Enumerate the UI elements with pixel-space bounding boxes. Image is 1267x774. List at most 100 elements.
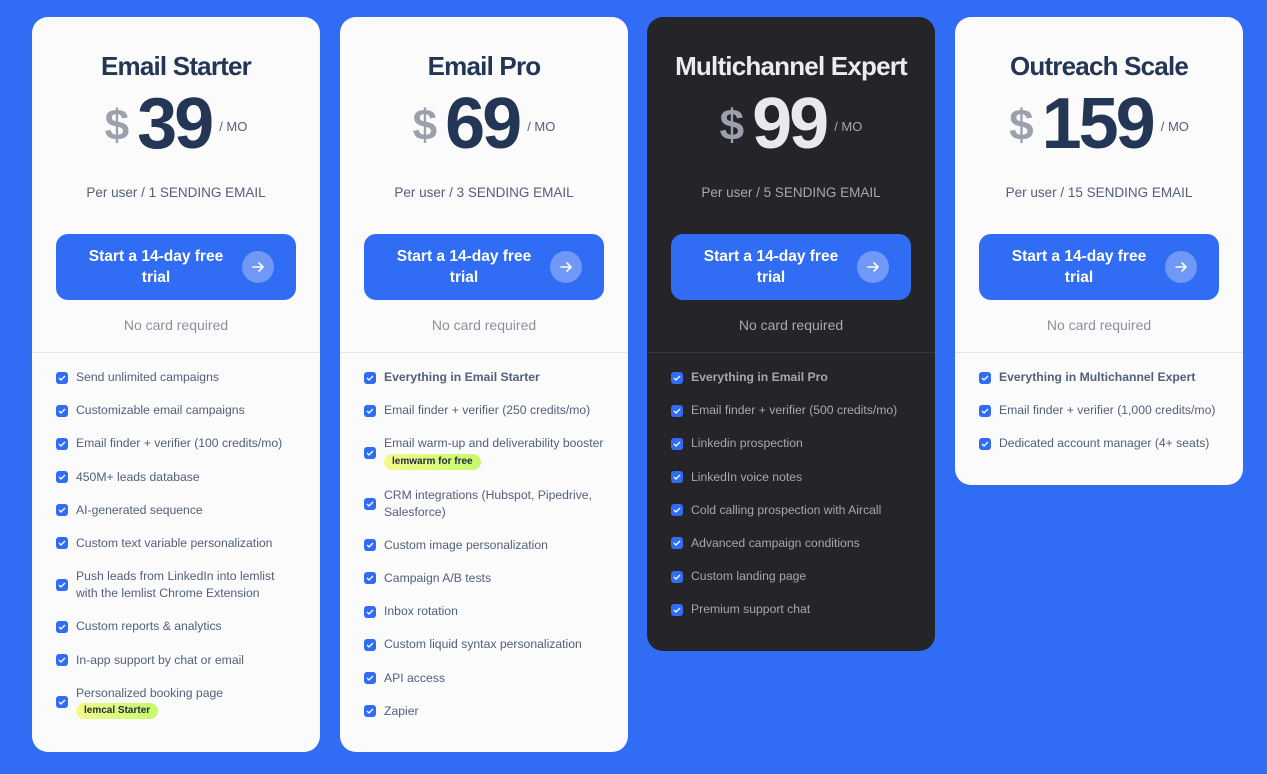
plan-header: Email Pro $ 69 / MO Per user / 3 SENDING… (340, 17, 628, 205)
checkbox-checked-icon (364, 605, 376, 618)
checkbox-checked-icon (364, 446, 376, 459)
checkbox-checked-icon (56, 404, 68, 417)
lemcal-badge: lemcal Starter (76, 702, 159, 719)
feature-item: Email finder + verifier (100 credits/mo) (56, 435, 296, 452)
plan-subline: Per user / 15 SENDING EMAIL (1005, 185, 1193, 200)
checkbox-checked-icon (56, 371, 68, 384)
checkbox-checked-icon (671, 537, 683, 550)
price-row: $ 99 / MO (647, 87, 935, 161)
currency-symbol: $ (719, 101, 745, 150)
plan-card-outreach-scale: Outreach Scale $ 159 / MO Per user / 15 … (955, 17, 1243, 485)
lemwarm-badge: lemwarm for free (384, 454, 481, 471)
price-period: / MO (1160, 119, 1189, 134)
feature-item: Custom text variable personalization (56, 535, 296, 552)
feature-item: Custom image personalization (364, 537, 604, 554)
feature-list: Everything in Email Pro Email finder + v… (647, 353, 935, 659)
plan-card-email-starter: Email Starter $ 39 / MO Per user / 1 SEN… (32, 17, 320, 752)
plan-card-email-pro: Email Pro $ 69 / MO Per user / 3 SENDING… (340, 17, 628, 752)
feature-item: Custom landing page (671, 568, 911, 585)
feature-text: Zapier (384, 703, 419, 718)
feature-item: Inbox rotation (364, 603, 604, 620)
feature-item: Everything in Email Pro (671, 369, 911, 386)
checkbox-checked-icon (56, 537, 68, 550)
checkbox-checked-icon (671, 404, 683, 417)
plan-subline: Per user / 5 SENDING EMAIL (701, 185, 881, 200)
feature-list: Everything in Multichannel Expert Email … (955, 353, 1243, 493)
feature-text: Email warm-up and deliverability booster (384, 436, 604, 451)
feature-text: Custom image personalization (384, 537, 548, 552)
feature-text: Dedicated account manager (4+ seats) (999, 436, 1210, 451)
start-trial-label: Start a 14-day free trial (396, 248, 532, 286)
arrow-right-icon (857, 251, 889, 283)
checkbox-checked-icon (56, 579, 68, 592)
start-trial-button[interactable]: Start a 14-day free trial (979, 234, 1219, 300)
plan-subline: Per user / 1 SENDING EMAIL (86, 185, 266, 200)
feature-item: Email finder + verifier (500 credits/mo) (671, 402, 911, 419)
feature-text: Inbox rotation (384, 604, 458, 619)
start-trial-label: Start a 14-day free trial (703, 248, 839, 286)
plan-name: Email Pro (427, 51, 542, 81)
checkbox-checked-icon (364, 497, 376, 510)
plan-card-multichannel-expert: Multichannel Expert $ 99 / MO Per user /… (647, 17, 935, 651)
feature-item: Zapier (364, 703, 604, 720)
feature-item: Linkedin prospection (671, 435, 911, 452)
start-trial-button[interactable]: Start a 14-day free trial (364, 234, 604, 300)
currency-symbol: $ (1009, 101, 1034, 150)
no-card-note: No card required (738, 317, 844, 333)
feature-item: API access (364, 670, 604, 687)
feature-list: Everything in Email Starter Email finder… (340, 353, 628, 760)
feature-text: Email finder + verifier (100 credits/mo) (76, 436, 283, 451)
feature-list: Send unlimited campaigns Customizable em… (32, 353, 320, 759)
price-row: $ 39 / MO (32, 87, 320, 161)
checkbox-checked-icon (671, 570, 683, 583)
feature-text: Send unlimited campaigns (76, 370, 219, 384)
currency-symbol: $ (104, 101, 130, 150)
feature-item: Personalized booking page lemcal Starter (56, 685, 296, 719)
price-amount: 99 (752, 84, 829, 164)
feature-item: Push leads from LinkedIn into lemlist wi… (56, 568, 296, 602)
feature-text: Cold calling prospection with Aircall (691, 502, 882, 517)
start-trial-button[interactable]: Start a 14-day free trial (56, 234, 296, 300)
arrow-right-icon (242, 251, 274, 283)
price-row: $ 69 / MO (340, 87, 628, 161)
checkbox-checked-icon (979, 371, 991, 384)
arrow-right-icon (550, 251, 582, 283)
feature-text: Custom reports & analytics (76, 619, 222, 634)
price-amount: 159 (1041, 84, 1156, 164)
feature-item: Customizable email campaigns (56, 402, 296, 419)
feature-text: Linkedin prospection (691, 436, 803, 451)
checkbox-checked-icon (56, 654, 68, 666)
no-card-note: No card required (123, 317, 229, 333)
feature-item: Campaign A/B tests (364, 570, 604, 587)
currency-symbol: $ (412, 101, 438, 150)
checkbox-checked-icon (56, 504, 68, 517)
feature-text: Email finder + verifier (1,000 credits/m… (999, 403, 1216, 418)
start-trial-button[interactable]: Start a 14-day free trial (671, 234, 911, 300)
no-card-note: No card required (1046, 317, 1152, 333)
feature-text: 450M+ leads database (76, 469, 200, 484)
arrow-right-icon (1165, 251, 1197, 283)
pricing-plans: Email Starter $ 39 / MO Per user / 1 SEN… (0, 0, 1267, 774)
checkbox-checked-icon (364, 371, 376, 384)
checkbox-checked-icon (56, 437, 68, 450)
price-period: / MO (527, 119, 556, 134)
plan-header: Multichannel Expert $ 99 / MO Per user /… (647, 17, 935, 205)
feature-text: Email finder + verifier (500 credits/mo) (691, 403, 898, 418)
feature-item: Email finder + verifier (1,000 credits/m… (979, 402, 1219, 419)
feature-text: Advanced campaign conditions (691, 535, 860, 550)
feature-text: CRM integrations (Hubspot, Pipedrive, Sa… (384, 487, 592, 519)
price-amount: 39 (137, 84, 214, 164)
feature-item: In-app support by chat or email (56, 652, 296, 669)
feature-item: Everything in Multichannel Expert (979, 369, 1219, 386)
feature-text: Customizable email campaigns (76, 403, 245, 418)
checkbox-checked-icon (671, 371, 683, 384)
feature-item: LinkedIn voice notes (671, 469, 911, 486)
feature-item: Premium support chat (671, 601, 911, 618)
feature-text: API access (384, 670, 445, 685)
feature-item: Custom reports & analytics (56, 618, 296, 635)
feature-item: Custom liquid syntax personalization (364, 636, 604, 653)
feature-item: Cold calling prospection with Aircall (671, 502, 911, 519)
checkbox-checked-icon (979, 404, 991, 417)
feature-text: Campaign A/B tests (384, 570, 492, 585)
checkbox-checked-icon (364, 638, 376, 651)
